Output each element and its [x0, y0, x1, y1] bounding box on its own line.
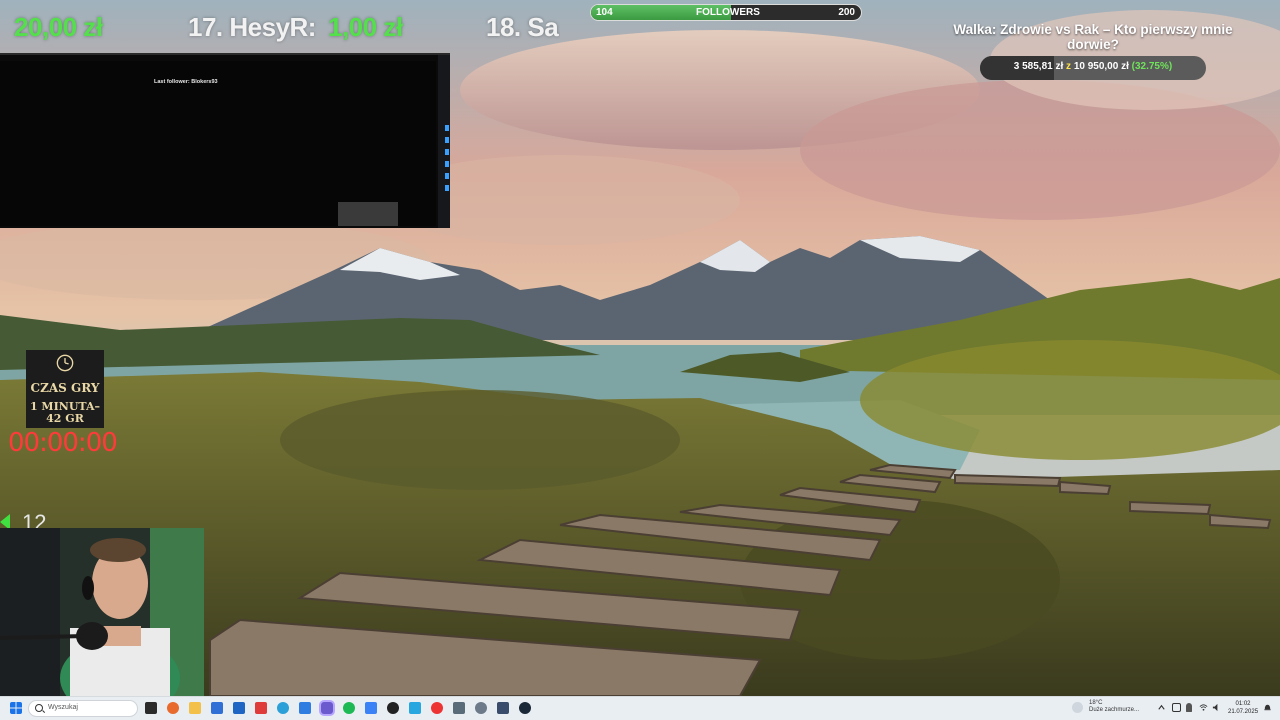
- taskbar-search[interactable]: Wyszukaj: [28, 700, 138, 717]
- taskbar-search-placeholder: Wyszukaj: [48, 704, 78, 711]
- taskbar-date: 21.07.2025: [1228, 709, 1259, 715]
- store-icon[interactable]: [211, 702, 223, 714]
- webcam-feed: [0, 528, 204, 696]
- game-time-timer: 00:00:00: [8, 428, 118, 458]
- wifi-icon[interactable]: [1199, 703, 1208, 712]
- task-view-icon[interactable]: [145, 702, 157, 714]
- donation-goal-widget: Walka: Zdrowie vs Rak – Kto pierwszy mni…: [938, 22, 1248, 80]
- edge-icon[interactable]: [277, 702, 289, 714]
- copilot-icon[interactable]: [167, 702, 179, 714]
- speaker-icon[interactable]: [1212, 703, 1221, 712]
- microphone-icon[interactable]: [1186, 703, 1192, 712]
- game-time-rate-line2: 42 GR: [46, 412, 84, 425]
- followers-current: 104: [596, 7, 613, 18]
- windows-start-icon[interactable]: [10, 702, 22, 714]
- clock-icon: [56, 354, 74, 372]
- donation-goal-bar: 3 585,81 zł z 10 950,00 zł (32.75%): [980, 56, 1206, 80]
- chevron-up-icon[interactable]: [1157, 703, 1166, 712]
- ticker-donor-17: 17. HesyR:: [188, 12, 316, 42]
- file-explorer-icon[interactable]: [189, 702, 201, 714]
- ticker-amount: 20,00 zł: [14, 12, 103, 42]
- app-icon-gray[interactable]: [453, 702, 465, 714]
- ticker-donor-18: 18. Sa: [486, 12, 559, 42]
- opera-icon[interactable]: [431, 702, 443, 714]
- steam-icon[interactable]: [519, 702, 531, 714]
- donation-raised: 3 585,81 zł: [1013, 61, 1064, 72]
- settings-gear-icon[interactable]: [475, 702, 487, 714]
- app-icon-blue[interactable]: [365, 702, 377, 714]
- ticker-amount-17: 1,00 zł: [328, 12, 403, 42]
- panel-scrollbar[interactable]: [438, 55, 450, 228]
- donation-ticker: 20,00 zł 17. HesyR: 1,00 zł 18. Sa: [0, 0, 560, 52]
- search-icon: [35, 704, 43, 712]
- app-icon-dark[interactable]: [497, 702, 509, 714]
- donation-goal-title: Walka: Zdrowie vs Rak – Kto pierwszy mni…: [953, 22, 1233, 52]
- donation-sep: z: [1066, 61, 1072, 72]
- windows-taskbar: Wyszukaj 18°C Duże zachmurze... 01:02 21…: [0, 696, 1280, 720]
- discord-icon[interactable]: [321, 702, 333, 714]
- game-time-title: CZAS GRY: [30, 381, 100, 395]
- panel-preview-thumbnail: [338, 202, 398, 226]
- donation-goal-text: 3 585,81 zł z 10 950,00 zł (32.75%): [980, 61, 1206, 72]
- taskbar-time: 01:02: [1235, 701, 1251, 707]
- taskbar-weather[interactable]: 18°C Duże zachmurze...: [1072, 700, 1139, 714]
- spotify-icon[interactable]: [343, 702, 355, 714]
- network-icon[interactable]: [1172, 703, 1181, 712]
- youtube-icon[interactable]: [255, 702, 267, 714]
- cloud-icon: [1072, 702, 1083, 713]
- photoshop-icon[interactable]: [299, 702, 311, 714]
- game-time-widget: CZAS GRY 1 MINUTA– 42 GR: [26, 350, 104, 428]
- donation-percent: (32.75%): [1131, 61, 1173, 72]
- outlook-icon[interactable]: [233, 702, 245, 714]
- last-follower-text: Last follower: Blokers93: [154, 79, 218, 85]
- weather-temp: 18°C: [1089, 700, 1103, 706]
- followers-goal: 200: [838, 7, 855, 18]
- taskbar-clock[interactable]: 01:02 21.07.2025: [1228, 700, 1258, 716]
- telegram-icon[interactable]: [409, 702, 421, 714]
- followers-label: FOLLOWERS: [696, 7, 760, 18]
- donation-target: 10 950,00 zł: [1073, 61, 1129, 72]
- notification-bell-icon[interactable]: [1263, 703, 1272, 712]
- stream-chat-panel: Last follower: Blokers93: [0, 53, 450, 228]
- weather-desc: Duże zachmurze...: [1089, 707, 1140, 713]
- obs-icon[interactable]: [387, 702, 399, 714]
- followers-goal-bar: 104 FOLLOWERS 200: [590, 4, 862, 21]
